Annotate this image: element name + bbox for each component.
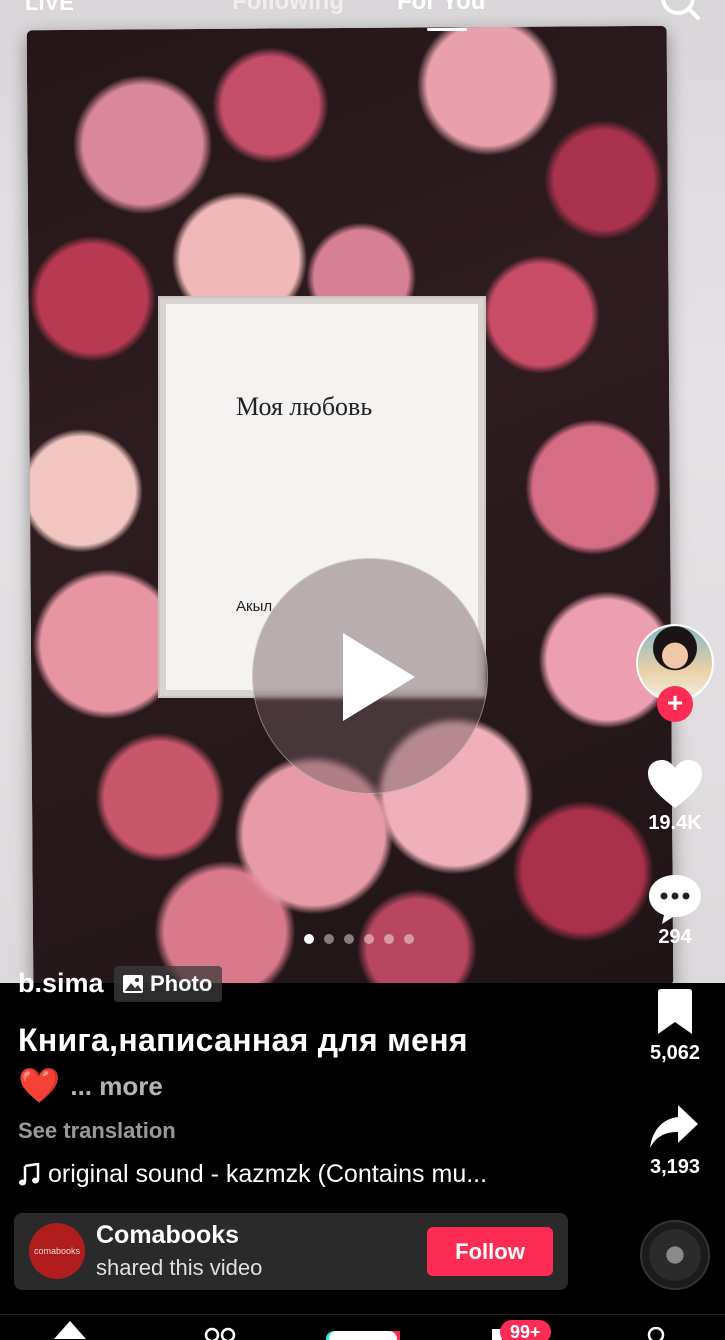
play-button[interactable]	[252, 558, 488, 794]
carousel-dot[interactable]	[404, 934, 414, 944]
save-count: 5,062	[649, 1042, 701, 1064]
carousel-dot[interactable]	[384, 934, 394, 944]
sharer-name: Comabooks	[96, 1221, 240, 1249]
book-author-text: Акыл	[236, 598, 273, 615]
share-count: 3,193	[649, 1156, 701, 1178]
carousel-dot[interactable]	[364, 934, 374, 944]
image-icon	[123, 975, 143, 993]
tab-for-you[interactable]: For You	[397, 0, 485, 16]
bookmark-icon[interactable]	[654, 988, 696, 1036]
search-icon[interactable]	[658, 0, 702, 26]
creator-username[interactable]: b.sima	[18, 968, 104, 999]
shared-by-card[interactable]: comabooks Comabooks shared this video Fo…	[14, 1213, 568, 1290]
book-title-text: Моя любовь	[236, 392, 373, 421]
carousel-dot[interactable]	[324, 934, 334, 944]
follow-button[interactable]: Follow	[427, 1227, 553, 1276]
heart-icon[interactable]	[646, 758, 704, 810]
home-icon[interactable]	[52, 1319, 88, 1340]
profile-icon[interactable]	[644, 1327, 668, 1340]
carousel-dot[interactable]	[344, 934, 354, 944]
follow-plus-icon[interactable]: +	[657, 686, 693, 722]
live-button[interactable]: LIVE	[25, 0, 74, 16]
friends-icon[interactable]	[200, 1327, 240, 1340]
sound-label: original sound - kazmzk (Contains mu...	[48, 1160, 488, 1188]
sharer-subtitle: shared this video	[96, 1255, 263, 1280]
active-tab-indicator	[427, 28, 467, 31]
see-translation-link[interactable]: See translation	[18, 1118, 176, 1144]
create-icon[interactable]	[326, 1329, 400, 1340]
photo-badge-label: Photo	[150, 971, 213, 996]
more-link[interactable]: ... more	[70, 1071, 162, 1102]
photo-badge: Photo	[114, 966, 223, 1002]
carousel-dot[interactable]	[304, 934, 314, 944]
share-icon[interactable]	[648, 1102, 700, 1152]
post-photo[interactable]: Моя любовь Акыл	[0, 0, 725, 983]
music-disc-icon[interactable]	[640, 1220, 710, 1290]
carousel-indicator	[304, 934, 414, 944]
comabooks-logo: comabooks	[29, 1223, 85, 1279]
top-nav: LIVE Following For You	[0, 0, 725, 40]
like-count: 19.4K	[648, 812, 702, 834]
post-caption: Книга,написанная для меня	[18, 1022, 468, 1058]
heart-emoji: ❤️	[18, 1067, 61, 1105]
comment-count: 294	[658, 926, 692, 948]
comment-icon[interactable]	[646, 872, 704, 926]
caption-more-row[interactable]: ❤️ ... more	[18, 1066, 163, 1106]
play-icon	[343, 633, 415, 721]
music-note-icon	[19, 1162, 40, 1185]
tab-following[interactable]: Following	[232, 0, 344, 16]
bottom-nav	[0, 1314, 725, 1340]
sound-row[interactable]: original sound - kazmzk (Contains mu...	[18, 1160, 487, 1189]
inbox-badge: 99+	[500, 1320, 551, 1340]
